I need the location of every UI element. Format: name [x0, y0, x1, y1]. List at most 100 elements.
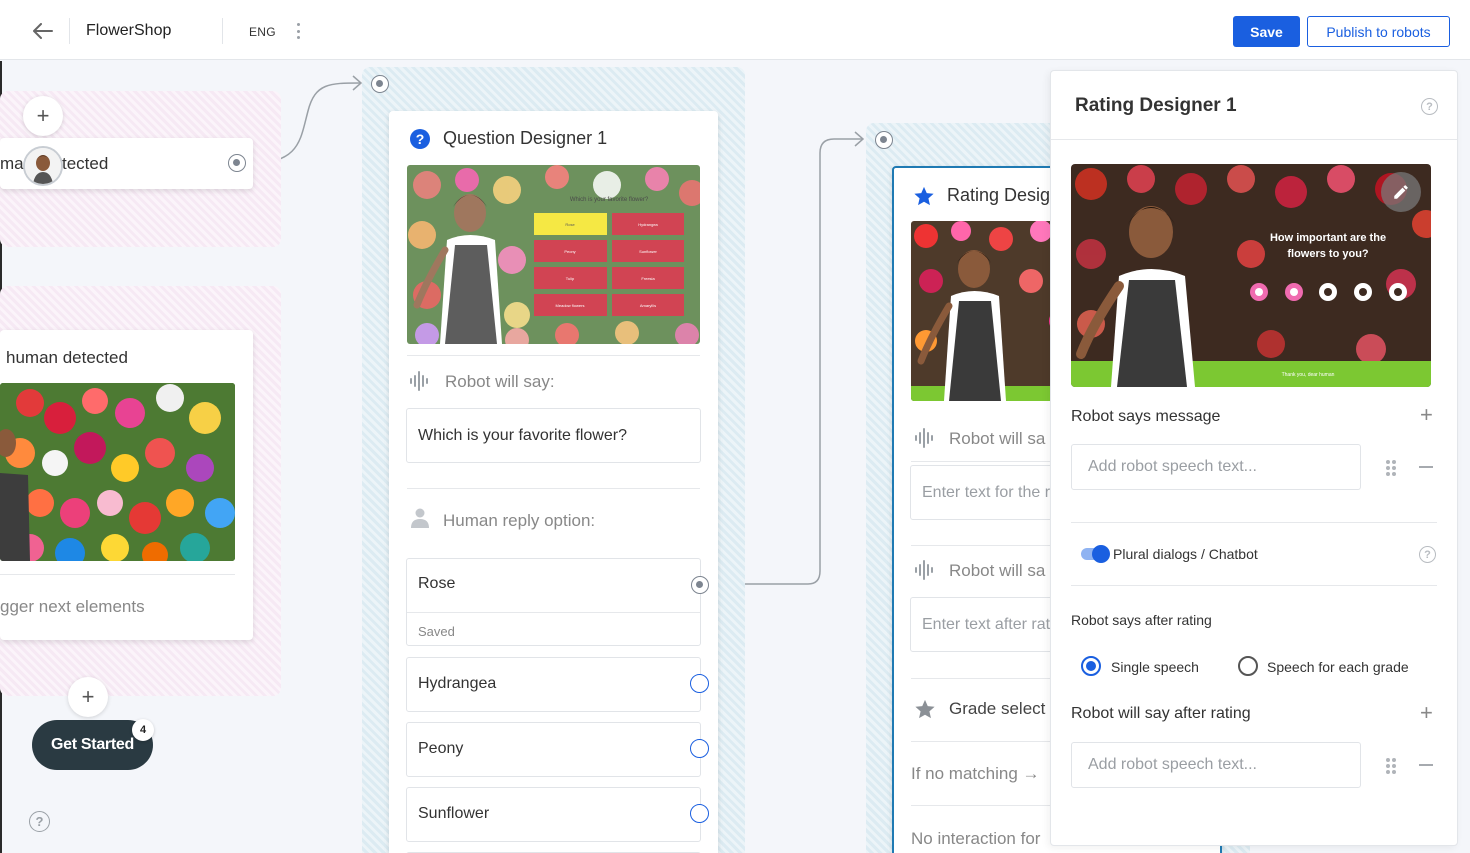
soundwave-icon — [914, 428, 936, 448]
robot-says-after-rating-label: Robot says after rating — [1071, 612, 1212, 628]
remove-minus-icon[interactable] — [1419, 764, 1433, 766]
remove-minus-icon[interactable] — [1419, 466, 1433, 468]
scene-option: Meadow flowers — [556, 303, 585, 308]
robot-will-say-label: Robot will sa — [949, 429, 1046, 448]
plural-dialogs-toggle[interactable] — [1081, 545, 1110, 563]
soundwave-icon — [409, 371, 431, 391]
scene-option: Peony — [564, 249, 575, 254]
speech-each-grade-label: Speech for each grade — [1267, 659, 1409, 675]
divider — [1051, 139, 1457, 140]
no-matching-label: If no matching → — [911, 764, 1040, 783]
no-interaction-label: No interaction for — [911, 829, 1041, 848]
edit-pencil-icon[interactable] — [1381, 172, 1421, 212]
question-designer-node[interactable]: ? Question Designer 1 Which is your favo… — [389, 111, 718, 853]
scene-option: Sunflower — [639, 249, 657, 254]
human-node-footer: gger next elements — [0, 597, 145, 616]
face-node-text-suffix: tected — [62, 154, 109, 173]
scene-option: Amaryllis — [640, 303, 656, 308]
top-bar: FlowerShop ENG Save Publish to robots — [0, 0, 1470, 60]
robot-speech-input[interactable]: Enter text for the r — [910, 465, 1070, 520]
preview-question-line: How important are the — [1270, 232, 1386, 244]
human-node-title: human detected — [6, 348, 128, 367]
face-node-text-prefix: ma — [0, 154, 24, 173]
divider — [69, 18, 70, 44]
robot-speech-after-input[interactable]: Enter text after rati — [910, 597, 1070, 652]
input-port-icon[interactable] — [875, 131, 893, 149]
star-outline-icon — [914, 698, 936, 720]
question-designer-title: Question Designer 1 — [443, 128, 608, 148]
preview-question-line: flowers to you? — [1287, 248, 1369, 260]
drag-handle-icon[interactable] — [1386, 758, 1396, 774]
human-reply-label: Human reply option: — [443, 511, 596, 530]
divider — [407, 355, 700, 356]
help-icon[interactable]: ? — [1419, 546, 1436, 563]
divider — [1071, 522, 1437, 523]
scene-option: Hydrangea — [638, 222, 658, 227]
scene-option: Freesia — [641, 276, 655, 281]
plural-dialogs-label: Plural dialogs / Chatbot — [1113, 546, 1258, 562]
scene-question-text: Which is your favorite flower? — [570, 197, 649, 203]
reply-option-label: Peony — [418, 740, 464, 757]
rating-node-title: Rating Desig — [947, 185, 1051, 205]
output-port-icon[interactable] — [690, 739, 709, 758]
add-node-plus-icon[interactable]: + — [23, 96, 63, 136]
rating-preview-image: How important are the flowers to you? Th… — [1071, 164, 1431, 387]
output-port-icon[interactable] — [690, 804, 709, 823]
output-port-icon[interactable] — [690, 674, 709, 693]
reply-option[interactable]: Peony — [406, 722, 701, 777]
divider — [407, 488, 700, 489]
scene-option: Tulip — [566, 276, 575, 281]
question-scene-preview: Which is your favorite flower? Rose Hydr… — [407, 165, 700, 344]
reply-option-status: Saved — [418, 624, 455, 639]
divider — [1071, 585, 1437, 586]
help-icon[interactable]: ? — [29, 811, 50, 832]
reply-option-label: Sunflower — [418, 805, 490, 822]
robot-will-say-label: Robot will say: — [445, 372, 555, 391]
add-plus-icon[interactable]: + — [1420, 404, 1433, 426]
robot-will-say-after-rating-label: Robot will say after rating — [1071, 705, 1251, 722]
language-selector[interactable]: ENG — [249, 25, 276, 39]
grade-select-label: Grade select — [949, 699, 1046, 718]
app-title: FlowerShop — [86, 22, 172, 39]
reply-option[interactable]: Sunflower — [406, 787, 701, 842]
reply-option[interactable]: Rose Saved — [406, 558, 701, 646]
robot-says-message-label: Robot says message — [1071, 408, 1221, 425]
input-port-icon[interactable] — [371, 75, 389, 93]
get-started-badge: 4 — [132, 719, 154, 741]
single-speech-label: Single speech — [1111, 659, 1199, 675]
properties-panel: Rating Designer 1 ? How important are th… — [1050, 70, 1458, 846]
divider — [407, 612, 700, 613]
star-icon — [913, 185, 935, 207]
scene-option: Rose — [565, 222, 575, 227]
add-plus-icon[interactable]: + — [1420, 702, 1433, 724]
speech-each-grade-radio[interactable] — [1238, 656, 1258, 676]
output-port-icon[interactable] — [691, 576, 709, 594]
reply-option-label: Hydrangea — [418, 675, 497, 692]
add-node-plus-icon[interactable]: + — [68, 677, 108, 717]
robot-speech-after-input[interactable]: Add robot speech text... — [1071, 742, 1361, 788]
back-arrow-icon[interactable] — [30, 18, 56, 44]
rating-scene-preview — [911, 221, 1071, 401]
drag-handle-icon[interactable] — [1386, 460, 1396, 476]
robot-speech-input[interactable]: Which is your favorite flower? — [406, 408, 701, 463]
more-menu-icon[interactable] — [292, 23, 304, 39]
question-icon: ? — [410, 129, 430, 149]
avatar — [23, 146, 63, 186]
flowers-image — [0, 383, 235, 561]
robot-will-say-after-label: Robot will sa — [949, 561, 1046, 580]
divider — [0, 574, 235, 575]
soundwave-icon — [914, 560, 936, 580]
panel-title: Rating Designer 1 — [1075, 95, 1237, 116]
single-speech-radio[interactable] — [1081, 656, 1101, 676]
person-icon — [411, 508, 429, 528]
save-button[interactable]: Save — [1233, 16, 1300, 47]
robot-speech-input[interactable]: Add robot speech text... — [1071, 444, 1361, 490]
reply-option-label: Rose — [418, 575, 456, 592]
help-icon[interactable]: ? — [1421, 98, 1438, 115]
output-port-icon[interactable] — [228, 154, 246, 172]
publish-button[interactable]: Publish to robots — [1307, 16, 1450, 47]
preview-footer-text: Thank you, dear human — [1282, 372, 1335, 378]
human-detected-node[interactable]: human detected gger next elements — [0, 330, 253, 640]
divider — [222, 18, 223, 44]
reply-option[interactable]: Hydrangea — [406, 657, 701, 712]
